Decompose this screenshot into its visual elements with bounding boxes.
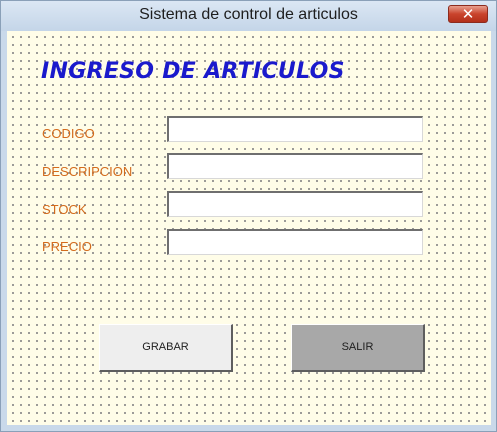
descripcion-input[interactable]: [167, 153, 423, 179]
window-title: Sistema de control de articulos: [139, 6, 358, 23]
codigo-label: CODIGO: [42, 126, 95, 141]
stock-input[interactable]: [167, 191, 423, 217]
close-button[interactable]: ✕: [448, 5, 488, 23]
form-heading: INGRESO DE ARTICULOS: [41, 59, 345, 84]
descripcion-label: DESCRIPCION: [42, 164, 133, 179]
title-bar[interactable]: Sistema de control de articulos ✕: [1, 1, 496, 31]
precio-input[interactable]: [167, 229, 423, 255]
app-window: Sistema de control de articulos ✕ INGRES…: [0, 0, 497, 432]
grabar-button[interactable]: GRABAR: [99, 324, 233, 372]
close-icon: ✕: [461, 5, 475, 23]
stock-label: STOCK: [42, 202, 87, 217]
salir-button[interactable]: SALIR: [291, 324, 425, 372]
codigo-input[interactable]: [167, 116, 423, 142]
form-panel: INGRESO DE ARTICULOS CODIGO DESCRIPCION …: [7, 31, 491, 425]
precio-label: PRECIO: [42, 239, 92, 254]
